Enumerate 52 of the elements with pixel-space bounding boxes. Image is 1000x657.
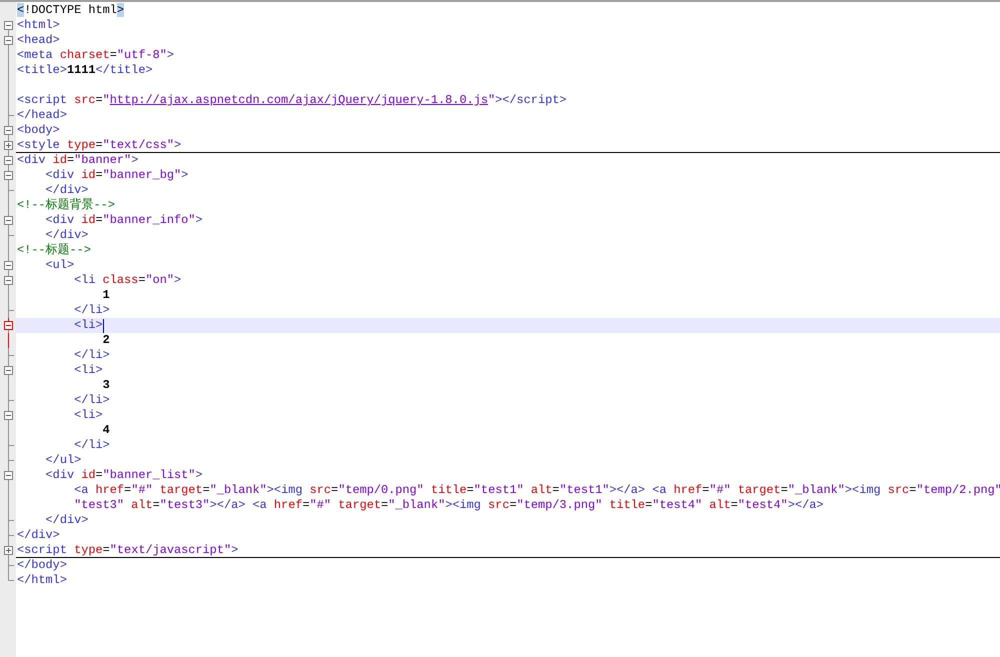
code-line: <title>1111</title> (17, 63, 153, 78)
code-line: <meta charset="utf-8"> (17, 48, 174, 63)
code-line: </body> (17, 558, 67, 573)
code-line: </html> (17, 573, 67, 588)
code-line: <div id="banner_info"> (44, 213, 203, 228)
collapse-icon[interactable] (4, 366, 13, 375)
code-line: <html> (17, 18, 60, 33)
code-line: </div> (17, 528, 60, 543)
code-line: 2 (102, 333, 110, 348)
code-line: <div id="banner"> (17, 153, 138, 168)
collapse-icon[interactable] (4, 471, 13, 480)
code-line: </div> (44, 228, 88, 243)
collapse-icon[interactable] (4, 21, 13, 30)
code-line: <!--标题--> (17, 243, 91, 258)
code-line: 3 (102, 378, 110, 393)
code-line: </li> (73, 348, 110, 363)
code-line: <div id="banner_bg"> (44, 168, 188, 183)
code-line: <li class="on"> (73, 273, 182, 288)
collapse-icon[interactable] (4, 171, 13, 180)
collapse-icon[interactable] (4, 261, 13, 270)
code-line: 4 (102, 423, 110, 438)
collapse-icon[interactable] (4, 411, 13, 420)
collapse-icon[interactable] (4, 156, 13, 165)
code-line: "test3" alt="test3"></a> <a href="#" target="_blank"><img src="temp/3.png" title="test4" alt="test4"></a> (73, 498, 824, 513)
code-line: <head> (17, 33, 60, 48)
code-line: <script type="text/javascript"> (17, 542, 238, 558)
code-line: </li> (73, 393, 110, 408)
code-line: <li> (73, 318, 103, 333)
expand-icon[interactable] (4, 141, 13, 150)
code-line: <body> (17, 123, 60, 138)
code-line: </head> (17, 108, 67, 123)
code-line: <li> (73, 408, 103, 423)
code-line: <ul> (44, 258, 74, 273)
code-line: </div> (44, 183, 88, 198)
code-line: </div> (44, 513, 88, 528)
code-line: <li> (73, 363, 103, 378)
expand-icon[interactable] (4, 546, 13, 555)
code-line: <style type="text/css"> (17, 138, 182, 152)
code-line: <div id="banner_list"> (44, 468, 203, 483)
collapse-icon[interactable] (4, 36, 13, 45)
collapse-icon[interactable] (4, 216, 13, 225)
code-line: 1 (102, 288, 110, 303)
code-line: <!DOCTYPE html> (17, 3, 124, 18)
collapse-icon[interactable] (4, 321, 13, 330)
code-line: <script src="http://ajax.aspnetcdn.com/ajax/jQuery/jquery-1.8.0.js"></script> (17, 93, 566, 108)
collapse-icon[interactable] (4, 276, 13, 285)
collapse-icon[interactable] (4, 126, 13, 135)
code-line: <a href="#" target="_blank"><img src="temp/0.png" title="test1" alt="test1"></a> <a href="#" target="_blank"><img src="temp/2.png" (73, 483, 1000, 498)
code-line: </ul> (44, 453, 82, 468)
code-line: </li> (73, 303, 110, 318)
code-line: </li> (73, 438, 110, 453)
code-line: <!--标题背景--> (17, 198, 115, 213)
